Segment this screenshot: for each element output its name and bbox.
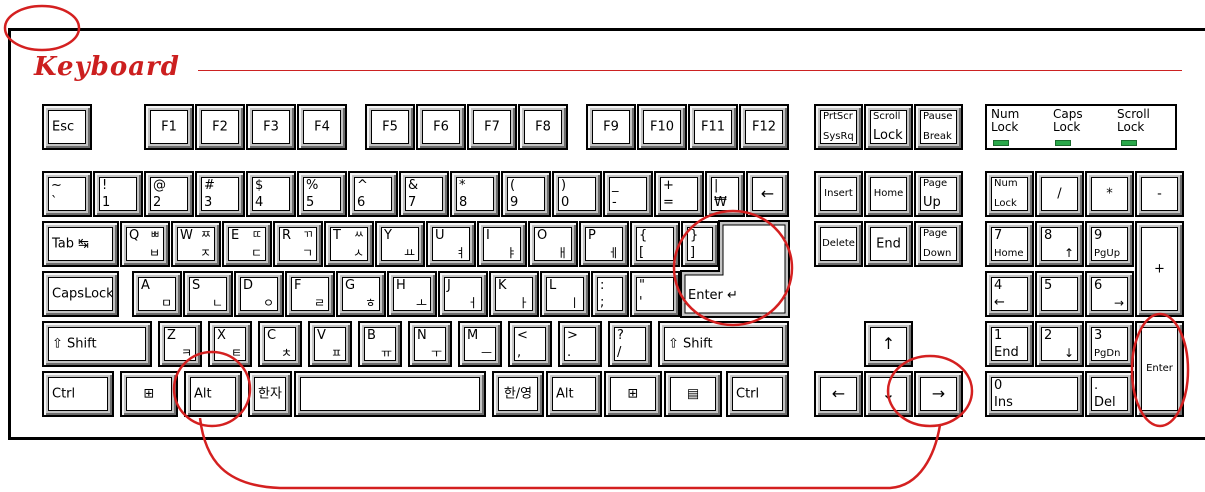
caps-lock-indicator-label: Caps Lock xyxy=(1053,107,1083,134)
num-lock-indicator-label: Num Lock xyxy=(991,107,1020,134)
scroll-lock-indicator-label: Scroll Lock xyxy=(1117,107,1150,134)
num-lock-led xyxy=(993,140,1009,146)
enter-key[interactable]: Enter ↵ xyxy=(0,0,1205,492)
caps-lock-led xyxy=(1055,140,1071,146)
scroll-lock-led xyxy=(1121,140,1137,146)
enter-key-label: Enter ↵ xyxy=(688,288,738,303)
lock-indicator-panel: Num Lock Caps Lock Scroll Lock xyxy=(985,104,1177,150)
